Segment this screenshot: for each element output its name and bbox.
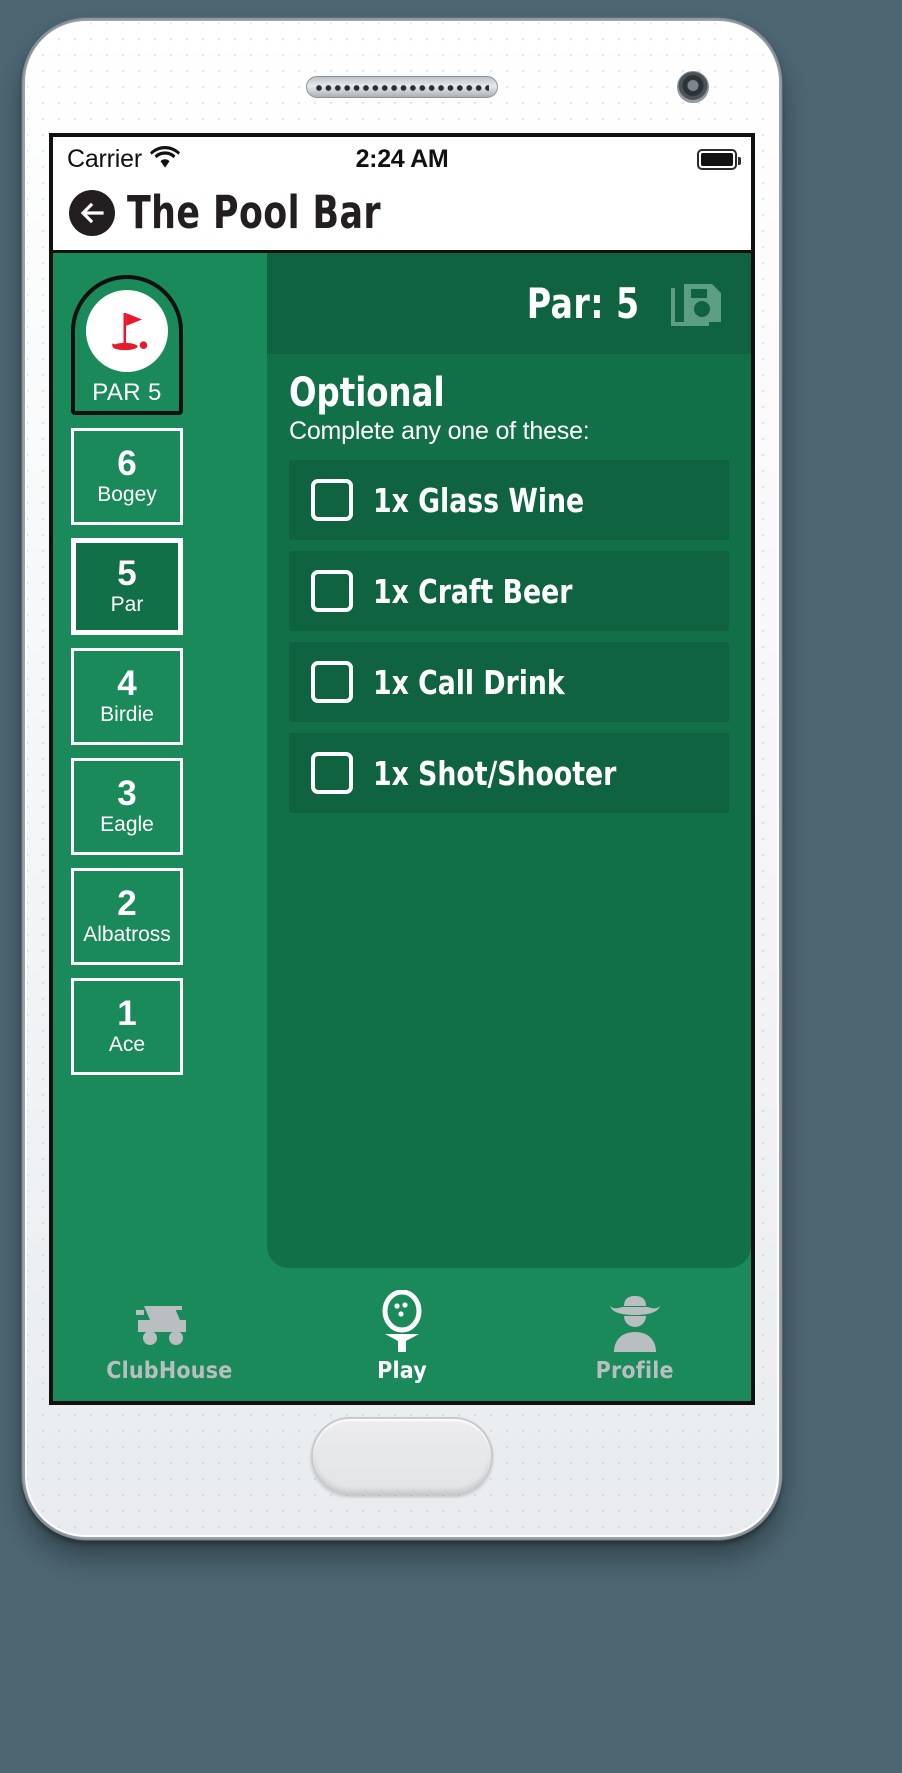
tab-label: Profile — [595, 1358, 674, 1384]
front-camera — [677, 71, 709, 103]
task-label: 1x Call Drink — [373, 662, 565, 702]
score-number: 2 — [117, 884, 137, 924]
score-sidebar: PAR 5 6 Bogey 5 Par 4 Birdie 3 Eagle 2 A… — [53, 253, 263, 1401]
score-option-birdie[interactable]: 4 Birdie — [71, 648, 183, 745]
main-content: Par: 5 Optional Complete any one of thes… — [267, 253, 751, 1401]
task-label: 1x Shot/Shooter — [373, 753, 617, 793]
panel-header: Par: 5 — [267, 253, 751, 354]
tab-profile[interactable]: Profile — [518, 1290, 751, 1384]
optional-section: Optional Complete any one of these: — [267, 354, 751, 446]
battery-icon — [697, 148, 741, 170]
bottom-tab-bar: ClubHouse Play Profile — [53, 1273, 751, 1401]
score-label: Eagle — [100, 813, 154, 837]
home-button[interactable] — [311, 1417, 493, 1495]
status-bar-right — [697, 148, 741, 170]
score-option-ace[interactable]: 1 Ace — [71, 978, 183, 1075]
task-row[interactable]: 1x Glass Wine — [289, 460, 729, 540]
task-label: 1x Glass Wine — [373, 480, 585, 520]
task-row[interactable]: 1x Call Drink — [289, 642, 729, 722]
par-value-label: Par: 5 — [526, 279, 640, 328]
tab-play[interactable]: Play — [286, 1290, 519, 1384]
score-label: Albatross — [83, 923, 171, 947]
task-checkbox[interactable] — [311, 661, 353, 703]
tab-clubhouse[interactable]: ClubHouse — [53, 1290, 286, 1384]
challenge-panel: Par: 5 Optional Complete any one of thes… — [267, 253, 751, 1268]
arrow-left-icon — [80, 202, 104, 223]
score-option-bogey[interactable]: 6 Bogey — [71, 428, 183, 525]
score-option-par[interactable]: 5 Par — [71, 538, 183, 635]
task-label: 1x Craft Beer — [373, 571, 573, 611]
par-badge-label: PAR 5 — [92, 379, 162, 406]
golf-cart-icon — [134, 1290, 204, 1352]
score-option-albatross[interactable]: 2 Albatross — [71, 868, 183, 965]
score-number: 5 — [117, 554, 137, 594]
task-row[interactable]: 1x Craft Beer — [289, 551, 729, 631]
golf-ball-tee-icon — [373, 1290, 431, 1352]
task-row[interactable]: 1x Shot/Shooter — [289, 733, 729, 813]
cowboy-person-icon — [604, 1290, 666, 1352]
task-checkbox[interactable] — [311, 570, 353, 612]
status-bar-clock: 2:24 AM — [355, 144, 449, 173]
navigation-bar: The Pool Bar — [53, 181, 751, 253]
task-checkbox[interactable] — [311, 752, 353, 794]
score-label: Par — [110, 593, 144, 617]
phone-frame: Carrier 2:24 AM The Pool Bar PAR 5 6 Bog… — [21, 17, 783, 1541]
section-heading: Optional — [289, 370, 445, 416]
score-number: 1 — [117, 994, 137, 1034]
score-label: Bogey — [97, 483, 157, 507]
save-floppy-icon[interactable] — [669, 276, 725, 332]
tab-label: ClubHouse — [106, 1358, 233, 1384]
back-button[interactable] — [69, 189, 115, 236]
score-number: 6 — [117, 444, 137, 484]
par-badge: PAR 5 — [71, 275, 183, 415]
app-screen: Carrier 2:24 AM The Pool Bar PAR 5 6 Bog… — [49, 133, 755, 1405]
task-checkbox[interactable] — [311, 479, 353, 521]
score-number: 3 — [117, 774, 137, 814]
earpiece-speaker — [306, 76, 498, 98]
score-number: 4 — [117, 664, 137, 704]
section-subheading: Complete any one of these: — [289, 417, 590, 445]
golf-flag-icon — [86, 290, 168, 372]
score-label: Birdie — [100, 703, 154, 727]
page-title: The Pool Bar — [127, 186, 382, 239]
app-body: PAR 5 6 Bogey 5 Par 4 Birdie 3 Eagle 2 A… — [53, 253, 751, 1401]
status-bar: Carrier 2:24 AM — [53, 137, 751, 181]
tab-label: Play — [377, 1358, 427, 1384]
score-option-eagle[interactable]: 3 Eagle — [71, 758, 183, 855]
task-list: 1x Glass Wine 1x Craft Beer 1x Call Drin… — [267, 446, 751, 813]
score-label: Ace — [108, 1033, 146, 1057]
